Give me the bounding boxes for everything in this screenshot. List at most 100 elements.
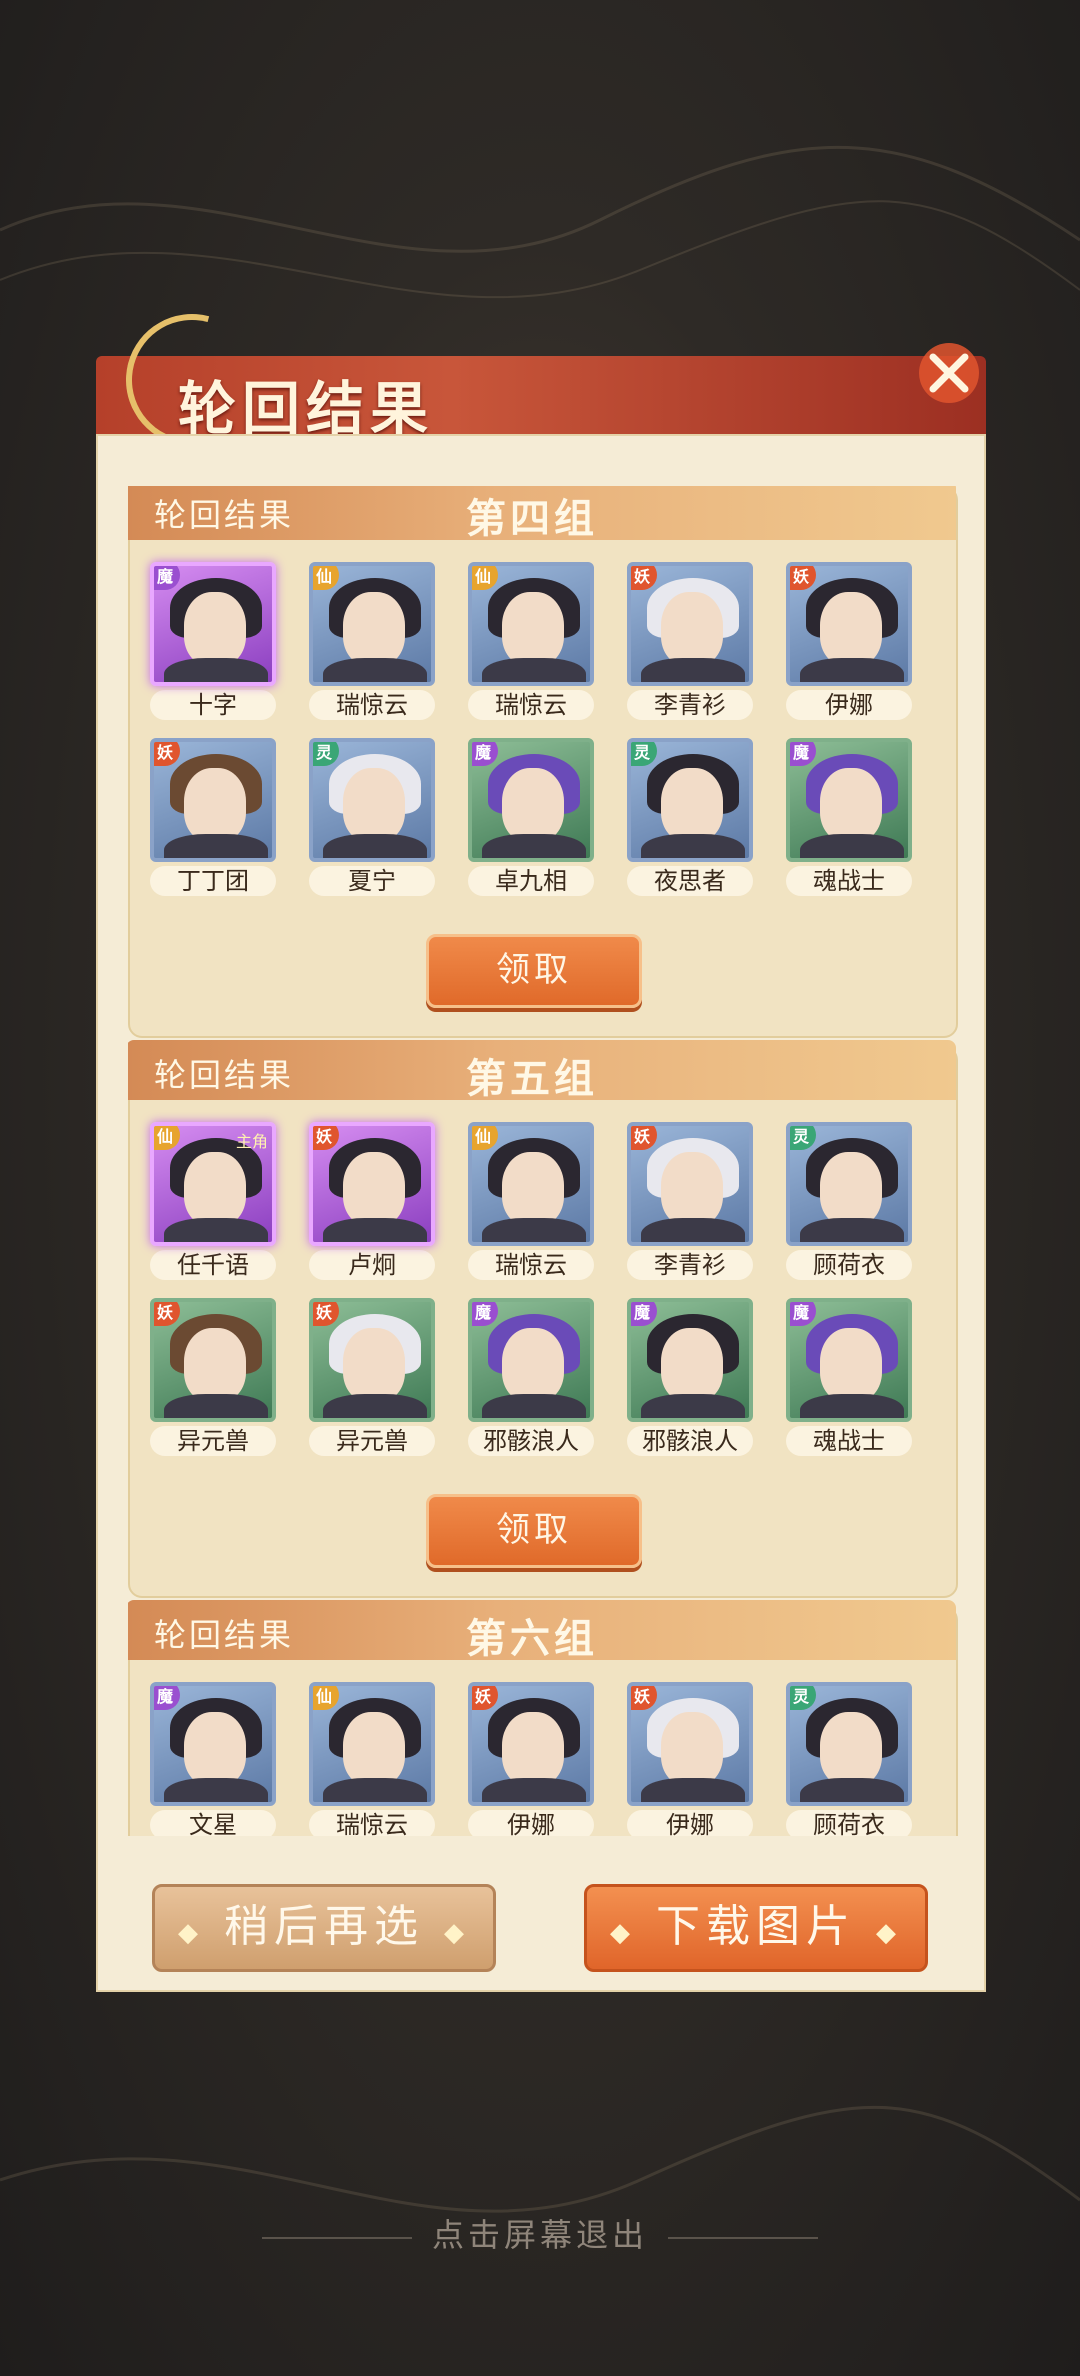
faction-badge-icon: 灵 <box>313 742 339 766</box>
character-card[interactable]: 魔 十字 <box>150 562 276 722</box>
portrait-face <box>661 1152 723 1226</box>
bottom-actions: ◆ 稍后再选 ◆ ◆ 下载图片 ◆ <box>152 1884 932 1974</box>
portrait-body <box>164 658 268 682</box>
character-card[interactable]: 魔 卓九相 <box>468 738 594 898</box>
portrait-body <box>641 834 745 858</box>
character-card[interactable]: 仙 瑞惊云 <box>309 562 435 722</box>
portrait-body <box>164 834 268 858</box>
faction-badge-icon: 灵 <box>790 1126 816 1150</box>
character-name: 异元兽 <box>150 1426 276 1456</box>
character-portrait: 仙 <box>468 1122 594 1246</box>
portrait-face <box>184 768 246 842</box>
faction-badge-icon: 妖 <box>631 1126 657 1150</box>
character-card[interactable]: 仙 主角 任千语 <box>150 1122 276 1282</box>
claim-button[interactable]: 领取 <box>426 1494 642 1568</box>
character-name: 夏宁 <box>309 866 435 896</box>
character-portrait: 妖 <box>627 1122 753 1246</box>
character-name: 任千语 <box>150 1250 276 1280</box>
lead-tag: 主角 <box>235 1132 268 1151</box>
character-name: 魂战士 <box>786 866 912 896</box>
group-tag: 轮回结果 <box>154 1056 295 1094</box>
portrait-face <box>820 1328 882 1402</box>
character-name: 卢炯 <box>309 1250 435 1280</box>
portrait-face <box>820 1152 882 1226</box>
faction-badge-icon: 魔 <box>472 742 498 766</box>
portrait-body <box>482 834 586 858</box>
download-image-label: 下载图片 <box>656 1901 856 1952</box>
character-card[interactable]: 妖 伊娜 <box>786 562 912 722</box>
group-tag: 轮回结果 <box>154 496 295 534</box>
character-portrait: 魔 <box>150 562 276 686</box>
faction-badge-icon: 妖 <box>154 742 180 766</box>
portrait-face <box>661 592 723 666</box>
divider <box>668 2236 818 2239</box>
character-grid: 魔 十字 仙 瑞惊云 仙 瑞惊云 妖 李青衫 妖 伊娜 妖 丁丁团 灵 夏宁 魔… <box>150 562 950 898</box>
character-card[interactable]: 妖 李青衫 <box>627 562 753 722</box>
faction-badge-icon: 魔 <box>790 742 816 766</box>
character-card[interactable]: 妖 异元兽 <box>150 1298 276 1458</box>
character-name: 夜思者 <box>627 866 753 896</box>
portrait-face <box>502 592 564 666</box>
character-card[interactable]: 仙 瑞惊云 <box>468 1122 594 1282</box>
faction-badge-icon: 仙 <box>154 1126 180 1150</box>
portrait-body <box>482 658 586 682</box>
claim-button[interactable]: 领取 <box>426 934 642 1008</box>
portrait-face <box>502 1328 564 1402</box>
character-portrait: 灵 <box>309 738 435 862</box>
portrait-face <box>502 1152 564 1226</box>
character-name: 异元兽 <box>309 1426 435 1456</box>
character-portrait: 妖 <box>786 562 912 686</box>
portrait-body <box>323 658 427 682</box>
dialog-title-bar: 轮回结果 <box>96 289 986 471</box>
group-name: 第五组 <box>466 1055 598 1102</box>
character-card[interactable]: 灵 顾荷衣 <box>786 1682 912 1836</box>
character-name: 瑞惊云 <box>309 1810 435 1836</box>
faction-badge-icon: 妖 <box>790 566 816 590</box>
character-portrait: 魔 <box>786 1298 912 1422</box>
character-card[interactable]: 妖 丁丁团 <box>150 738 276 898</box>
faction-badge-icon: 妖 <box>631 566 657 590</box>
character-portrait: 仙 <box>468 562 594 686</box>
character-card[interactable]: 妖 异元兽 <box>309 1298 435 1458</box>
character-portrait: 妖 <box>468 1682 594 1806</box>
character-card[interactable]: 仙 瑞惊云 <box>468 562 594 722</box>
character-card[interactable]: 妖 伊娜 <box>468 1682 594 1836</box>
character-card[interactable]: 妖 伊娜 <box>627 1682 753 1836</box>
groups-scroll-list[interactable]: 轮回结果 第四组 魔 十字 仙 瑞惊云 仙 瑞惊云 妖 李青衫 妖 伊娜 妖 丁… <box>128 486 958 1836</box>
character-portrait: 仙 <box>309 1682 435 1806</box>
portrait-face <box>343 768 405 842</box>
character-card[interactable]: 魔 魂战士 <box>786 738 912 898</box>
character-card[interactable]: 妖 李青衫 <box>627 1122 753 1282</box>
character-portrait: 妖 <box>627 562 753 686</box>
character-name: 瑞惊云 <box>468 690 594 720</box>
faction-badge-icon: 魔 <box>472 1302 498 1326</box>
portrait-face <box>184 1152 246 1226</box>
choose-later-label: 稍后再选 <box>224 1901 424 1952</box>
faction-badge-icon: 妖 <box>154 1302 180 1326</box>
exit-hint[interactable]: 点击屏幕退出 <box>0 2210 1080 2256</box>
faction-badge-icon: 妖 <box>631 1686 657 1710</box>
portrait-face <box>343 1712 405 1786</box>
character-card[interactable]: 灵 顾荷衣 <box>786 1122 912 1282</box>
reincarnation-result-dialog: 轮回结果 轮回结果 第四组 魔 十字 仙 瑞惊云 仙 瑞惊云 妖 李青衫 妖 伊… <box>96 289 986 1992</box>
portrait-body <box>323 1394 427 1418</box>
character-card[interactable]: 魔 魂战士 <box>786 1298 912 1458</box>
close-button[interactable] <box>904 328 994 418</box>
choose-later-button[interactable]: ◆ 稍后再选 ◆ <box>152 1884 496 1972</box>
character-name: 瑞惊云 <box>468 1250 594 1280</box>
character-card[interactable]: 魔 邪骸浪人 <box>468 1298 594 1458</box>
portrait-body <box>641 1778 745 1802</box>
character-card[interactable]: 灵 夜思者 <box>627 738 753 898</box>
character-portrait: 妖 <box>627 1682 753 1806</box>
character-portrait: 魔 <box>468 1298 594 1422</box>
character-card[interactable]: 仙 瑞惊云 <box>309 1682 435 1836</box>
character-name: 十字 <box>150 690 276 720</box>
character-card[interactable]: 魔 邪骸浪人 <box>627 1298 753 1458</box>
character-name: 魂战士 <box>786 1426 912 1456</box>
faction-badge-icon: 魔 <box>154 1686 180 1710</box>
download-image-button[interactable]: ◆ 下载图片 ◆ <box>584 1884 928 1972</box>
character-card[interactable]: 妖 卢炯 <box>309 1122 435 1282</box>
character-name: 卓九相 <box>468 866 594 896</box>
character-card[interactable]: 灵 夏宁 <box>309 738 435 898</box>
character-card[interactable]: 魔 文星 <box>150 1682 276 1836</box>
